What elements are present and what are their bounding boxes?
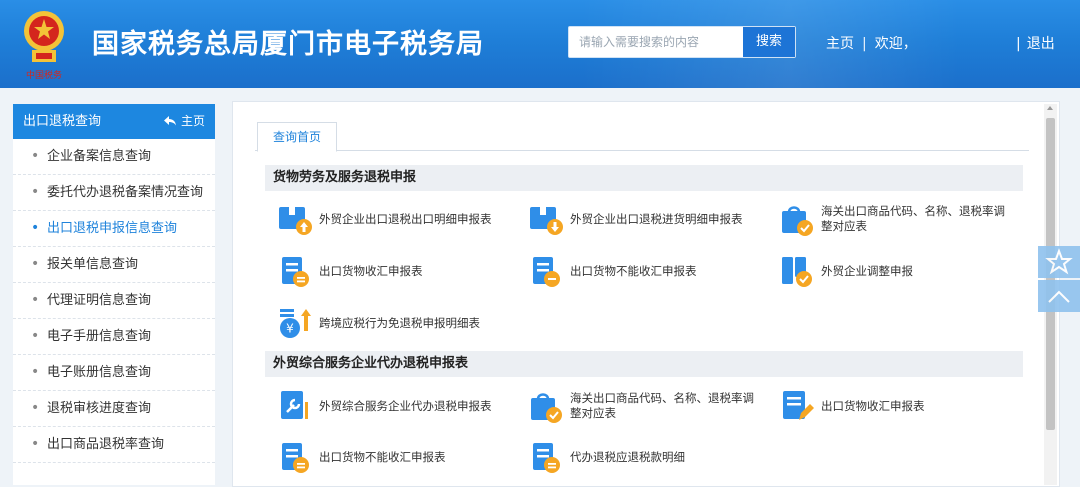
sidebar-item-review-progress[interactable]: • 退税审核进度查询 xyxy=(13,391,215,427)
nav-welcome-text: 欢迎， xyxy=(874,36,917,52)
doc-yen-icon xyxy=(282,443,309,473)
favorite-button[interactable] xyxy=(1038,246,1080,278)
main-panel: 查询首页 货物劳务及服务退税申报 外贸企业出口退税出口明细申报表 外贸企业出口退… xyxy=(232,101,1060,487)
bullet-icon: • xyxy=(31,184,40,200)
bag-check-icon xyxy=(782,206,813,236)
bullet-icon: • xyxy=(31,256,40,272)
svg-text:¥: ¥ xyxy=(286,322,294,336)
link-customs-code-adjustment[interactable]: 海关出口商品代码、名称、退税率调整对应表 xyxy=(779,201,1009,237)
sidebar-item-label: 电子账册信息查询 xyxy=(47,365,152,380)
bullet-icon: • xyxy=(31,292,40,308)
sidebar-item-label: 电子手册信息查询 xyxy=(47,329,152,344)
sidebar-item-agent-filing[interactable]: • 委托代办退税备案情况查询 xyxy=(13,175,215,211)
tab-divider xyxy=(255,150,1029,151)
doc-check-icon xyxy=(782,257,812,287)
sidebar-item-refund-declaration[interactable]: • 出口退税申报信息查询 xyxy=(13,211,215,247)
sidebar-item-customs-declaration[interactable]: • 报关单信息查询 xyxy=(13,247,215,283)
box-download-icon xyxy=(530,207,563,235)
doc-wrench-icon xyxy=(281,391,308,419)
sidebar-item-label: 报关单信息查询 xyxy=(47,257,139,272)
sidebar-item-label: 退税审核进度查询 xyxy=(47,401,152,416)
bullet-icon: • xyxy=(31,364,40,380)
search-box: 搜索 xyxy=(568,26,796,58)
chevron-up-icon xyxy=(1048,290,1070,303)
doc-minus-icon xyxy=(533,257,560,287)
link-purchase-detail-declaration[interactable]: 外贸企业出口退税进货明细申报表 xyxy=(528,201,758,237)
tax-emblem-logo: 中国税务 xyxy=(24,11,64,81)
item-label: 海关出口商品代码、名称、退税率调整对应表 xyxy=(570,391,754,420)
sidebar-item-e-account[interactable]: • 电子账册信息查询 xyxy=(13,355,215,391)
sidebar-item-label: 出口商品退税率查询 xyxy=(47,437,165,452)
link-export-detail-declaration[interactable]: 外贸企业出口退税出口明细申报表 xyxy=(277,201,507,237)
bullet-icon: • xyxy=(31,328,40,344)
nav-separator: | xyxy=(862,36,867,52)
item-label: 跨境应税行为免退税申报明细表 xyxy=(319,315,480,330)
sidebar-item-refund-rate[interactable]: • 出口商品退税率查询 xyxy=(13,427,215,463)
link-foreign-exchange-declaration-2[interactable]: 出口货物收汇申报表 xyxy=(779,388,1009,424)
link-agent-refund-detail[interactable]: 代办退税应退税款明细 xyxy=(528,439,758,475)
link-no-forex-declaration[interactable]: 出口货物不能收汇申报表 xyxy=(528,253,758,289)
bullet-icon: • xyxy=(31,400,40,416)
link-adjustment-declaration[interactable]: 外贸企业调整申报 xyxy=(779,253,1009,289)
site-title: 国家税务总局厦门市电子税务局 xyxy=(92,29,484,60)
nav-separator: | xyxy=(1016,36,1021,52)
tab-query-home[interactable]: 查询首页 xyxy=(257,122,337,152)
box-upload-icon xyxy=(279,207,312,235)
back-to-top-button[interactable] xyxy=(1038,280,1080,312)
doc-yen-icon xyxy=(282,257,309,287)
back-arrow-icon xyxy=(163,116,176,126)
item-label: 海关出口商品代码、名称、退税率调整对应表 xyxy=(821,204,1005,233)
item-label: 外贸企业调整申报 xyxy=(821,263,913,278)
header-bar: 中国税务 国家税务总局厦门市电子税务局 搜索 主页 | 欢迎， | 退出 xyxy=(0,0,1080,88)
sidebar-item-agent-certificate[interactable]: • 代理证明信息查询 xyxy=(13,283,215,319)
logout-group: | 退出 xyxy=(1016,33,1055,53)
item-label: 代办退税应退税款明细 xyxy=(570,449,685,464)
item-label: 出口货物不能收汇申报表 xyxy=(570,263,697,278)
item-label: 出口货物收汇申报表 xyxy=(821,398,925,413)
sidebar-home-link[interactable]: 主页 xyxy=(163,104,205,139)
item-label: 出口货物收汇申报表 xyxy=(319,263,423,278)
doc-pen-icon xyxy=(783,391,814,420)
bullet-icon: • xyxy=(31,148,40,164)
sidebar-item-e-handbook[interactable]: • 电子手册信息查询 xyxy=(13,319,215,355)
bullet-icon: • xyxy=(31,220,40,236)
sidebar-title: 出口退税查询 xyxy=(23,114,102,129)
item-label: 出口货物不能收汇申报表 xyxy=(319,449,446,464)
bag-check-icon xyxy=(531,393,562,423)
link-cross-border-exemption[interactable]: ¥ 跨境应税行为免退税申报明细表 xyxy=(277,305,507,341)
sidebar-item-label: 委托代办退税备案情况查询 xyxy=(47,185,204,200)
logo-caption: 中国税务 xyxy=(26,69,62,81)
item-label: 外贸企业出口退税出口明细申报表 xyxy=(319,211,492,226)
link-no-forex-declaration-2[interactable]: 出口货物不能收汇申报表 xyxy=(277,439,507,475)
sidebar: 出口退税查询 主页 • 企业备案信息查询 • 委托代办退税备案情况查询 • 出口退税申… xyxy=(13,104,215,485)
sidebar-item-enterprise-filing[interactable]: • 企业备案信息查询 xyxy=(13,139,215,175)
link-comprehensive-service-declaration[interactable]: 外贸综合服务企业代办退税申报表 xyxy=(277,388,507,424)
search-input[interactable] xyxy=(569,27,757,57)
item-label: 外贸综合服务企业代办退税申报表 xyxy=(319,398,492,413)
logout-link[interactable]: 退出 xyxy=(1027,36,1055,52)
sidebar-home-label: 主页 xyxy=(180,114,205,128)
sidebar-item-label: 企业备案信息查询 xyxy=(47,149,152,164)
coin-upload-icon: ¥ xyxy=(280,309,311,338)
link-foreign-exchange-declaration[interactable]: 出口货物收汇申报表 xyxy=(277,253,507,289)
section-title: 货物劳务及服务退税申报 xyxy=(265,165,1023,191)
item-label: 外贸企业出口退税进货明细申报表 xyxy=(570,211,743,226)
sidebar-item-label: 代理证明信息查询 xyxy=(47,293,152,308)
section-title: 外贸综合服务企业代办退税申报表 xyxy=(265,351,1023,377)
nav-home-link[interactable]: 主页 xyxy=(826,36,854,52)
top-nav: 主页 | 欢迎， xyxy=(826,33,917,53)
bullet-icon: • xyxy=(31,436,40,452)
search-button[interactable]: 搜索 xyxy=(743,27,795,57)
sidebar-item-label: 出口退税申报信息查询 xyxy=(47,221,178,236)
doc-yen-icon xyxy=(533,443,560,473)
scroll-up-arrow-icon[interactable] xyxy=(1047,106,1053,110)
sidebar-header: 出口退税查询 主页 xyxy=(13,104,215,139)
star-icon xyxy=(1045,248,1073,275)
link-customs-code-adjustment-2[interactable]: 海关出口商品代码、名称、退税率调整对应表 xyxy=(528,388,758,424)
